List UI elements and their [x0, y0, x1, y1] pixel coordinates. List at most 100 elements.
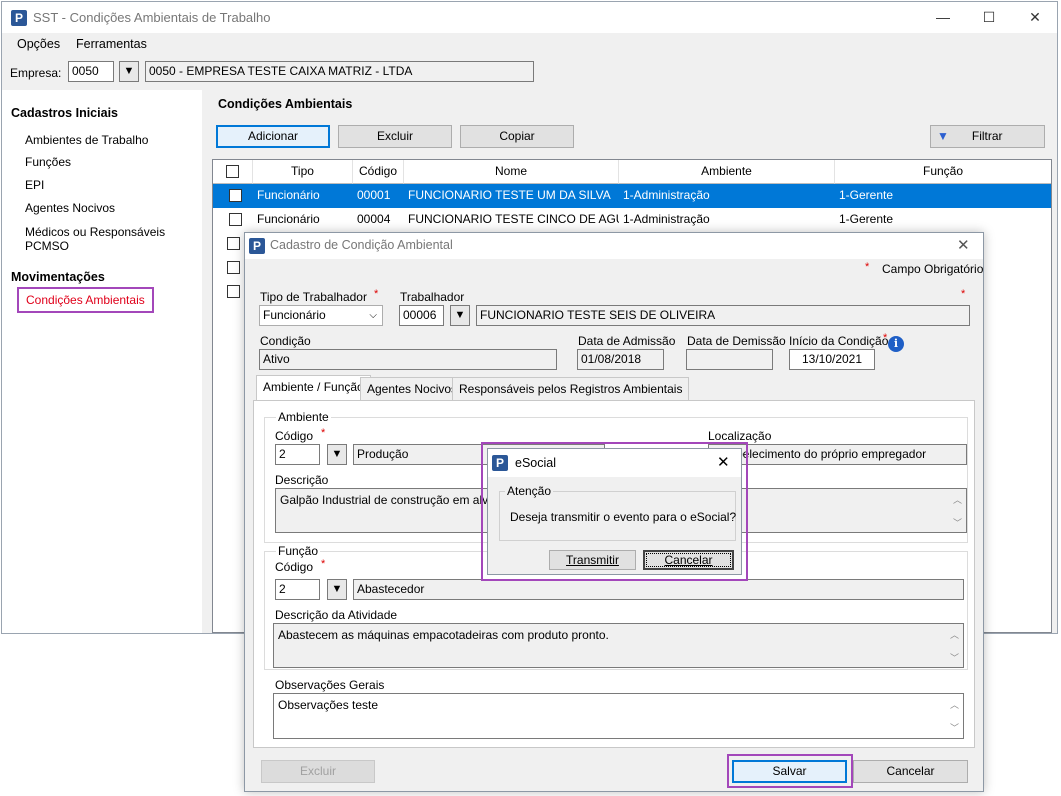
- copy-button[interactable]: Copiar: [460, 125, 574, 148]
- col-nome[interactable]: Nome: [404, 160, 619, 184]
- save-button[interactable]: Salvar: [732, 760, 847, 783]
- section-cadastros-iniciais: Cadastros Iniciais: [11, 106, 118, 120]
- chevron-down-icon: ▼: [454, 309, 466, 321]
- descricao-atividade-text: Abastecem as máquinas empacotadeiras com…: [278, 628, 609, 642]
- required-mark: *: [321, 427, 326, 439]
- descricao-atividade-label: Descrição da Atividade: [275, 608, 398, 622]
- chevron-down-icon[interactable]: ﹀: [946, 651, 963, 664]
- cell-ambiente: 1-Administração: [623, 212, 710, 226]
- ambiente-group-label: Ambiente: [276, 410, 331, 424]
- required-mark: *: [865, 261, 870, 273]
- ambiente-dropdown-button[interactable]: ▼: [327, 444, 347, 465]
- inicio-condicao-label: Início da Condição: [789, 334, 889, 348]
- chevron-down-icon: ▼: [123, 65, 135, 77]
- row-checkbox[interactable]: [227, 261, 240, 274]
- minimize-icon[interactable]: —: [920, 2, 966, 32]
- row-checkbox[interactable]: [228, 213, 242, 226]
- atividade-scrollbar[interactable]: ︿ ﹀: [946, 624, 963, 667]
- funcao-dropdown-button[interactable]: ▼: [327, 579, 347, 600]
- observacoes-text: Observações teste: [278, 698, 379, 712]
- chevron-down-icon: ▼: [331, 583, 343, 595]
- table-row[interactable]: Funcionário 00004 FUNCIONARIO TESTE CINC…: [213, 208, 1051, 232]
- col-ambiente[interactable]: Ambiente: [619, 160, 835, 184]
- ambiente-codigo-field[interactable]: 2: [275, 444, 320, 465]
- funcao-codigo-field[interactable]: 2: [275, 579, 320, 600]
- maximize-icon[interactable]: ☐: [966, 2, 1012, 32]
- data-demissao-label: Data de Demissão: [687, 334, 786, 348]
- row-checkbox[interactable]: [228, 189, 242, 202]
- cell-tipo: Funcionário: [257, 212, 320, 226]
- sidebar-item-condicoes-ambientais[interactable]: Condições Ambientais: [17, 287, 154, 313]
- chevron-up-icon[interactable]: ︿: [949, 493, 966, 506]
- chevron-down-icon[interactable]: ﹀: [946, 721, 963, 734]
- col-tipo[interactable]: Tipo: [253, 160, 353, 184]
- inicio-condicao-field[interactable]: 13/10/2021: [789, 349, 875, 370]
- cancel-button[interactable]: Cancelar: [853, 760, 968, 783]
- filter-icon: ▼: [937, 129, 949, 143]
- trabalhador-code-field[interactable]: 00006: [399, 305, 444, 326]
- chevron-down-icon[interactable]: ﹀: [949, 516, 966, 529]
- info-icon[interactable]: i: [888, 336, 904, 352]
- close-icon[interactable]: ✕: [717, 453, 730, 471]
- cadastro-titlebar: P Cadastro de Condição Ambiental ✕: [245, 233, 983, 259]
- cell-codigo: 00004: [357, 212, 391, 226]
- menu-ferramentas[interactable]: Ferramentas: [76, 37, 147, 51]
- observacoes-label: Observações Gerais: [275, 678, 385, 692]
- grid-header: Tipo Código Nome Ambiente Função: [213, 160, 1051, 184]
- table-row[interactable]: Funcionário 00001 FUNCIONARIO TESTE UM D…: [213, 184, 1051, 208]
- cell-funcao: 1-Gerente: [839, 188, 894, 202]
- close-icon[interactable]: ✕: [1012, 2, 1058, 32]
- tab-agentes-nocivos[interactable]: Agentes Nocivos: [360, 377, 465, 400]
- excluir-button[interactable]: Excluir: [261, 760, 375, 783]
- ambiente-codigo-label: Código: [275, 429, 314, 443]
- tab-ambiente-funcao[interactable]: Ambiente / Função: [256, 375, 371, 401]
- add-button[interactable]: Adicionar: [216, 125, 330, 148]
- col-codigo[interactable]: Código: [353, 160, 404, 184]
- main-titlebar: P SST - Condições Ambientais de Trabalho…: [2, 2, 1057, 33]
- filter-label: Filtrar: [971, 129, 1003, 143]
- close-icon[interactable]: ✕: [957, 236, 970, 254]
- data-admissao-label: Data de Admissão: [578, 334, 676, 348]
- row-checkbox[interactable]: [227, 285, 240, 298]
- required-mark: *: [883, 332, 888, 344]
- sidebar-item-epi[interactable]: EPI: [25, 178, 44, 192]
- condicao-label: Condição: [260, 334, 311, 348]
- filter-button[interactable]: ▼ Filtrar: [930, 125, 1045, 148]
- transmit-button[interactable]: Transmitir: [549, 550, 636, 570]
- observacoes-textarea[interactable]: Observações teste ︿ ﹀: [273, 693, 964, 739]
- required-mark: *: [961, 288, 966, 300]
- tipo-trabalhador-select[interactable]: Funcionário ⌵: [259, 305, 383, 326]
- esocial-cancel-button[interactable]: Cancelar: [643, 550, 734, 570]
- delete-button[interactable]: Excluir: [338, 125, 452, 148]
- menu-opcoes[interactable]: Opções: [17, 37, 60, 51]
- observacoes-scrollbar[interactable]: ︿ ﹀: [946, 694, 963, 738]
- chevron-down-icon: ▼: [331, 448, 343, 460]
- chevron-up-icon[interactable]: ︿: [946, 698, 963, 711]
- sidebar-item-ambientes[interactable]: Ambientes de Trabalho: [25, 133, 148, 147]
- funcao-group-label: Função: [276, 544, 321, 558]
- descricao-scrollbar[interactable]: ︿ ﹀: [949, 489, 966, 532]
- sidebar-item-agentes-nocivos[interactable]: Agentes Nocivos: [25, 201, 115, 215]
- row-checkbox[interactable]: [227, 237, 240, 250]
- trabalhador-label: Trabalhador: [400, 290, 465, 304]
- window-title: SST - Condições Ambientais de Trabalho: [33, 10, 271, 25]
- cell-ambiente: 1-Administração: [623, 188, 710, 202]
- trabalhador-dropdown-button[interactable]: ▼: [450, 305, 470, 326]
- esocial-highlight: P eSocial ✕ Atenção Deseja transmitir o …: [481, 442, 748, 581]
- sidebar-item-medicos[interactable]: Médicos ou Responsáveis PCMSO: [25, 225, 202, 253]
- tab-responsaveis[interactable]: Responsáveis pelos Registros Ambientais: [452, 377, 690, 400]
- ambiente-descricao-label: Descrição: [275, 473, 329, 487]
- cell-codigo: 00001: [357, 188, 391, 202]
- section-movimentacoes: Movimentações: [11, 270, 105, 284]
- empresa-dropdown-button[interactable]: ▼: [119, 61, 139, 82]
- select-all-checkbox[interactable]: [226, 165, 239, 178]
- esocial-message: Deseja transmitir o evento para o eSocia…: [510, 510, 737, 524]
- app-logo-icon: P: [492, 455, 508, 471]
- empresa-code-field[interactable]: 0050: [68, 61, 114, 82]
- cell-tipo: Funcionário: [257, 188, 320, 202]
- sidebar-item-funcoes[interactable]: Funções: [25, 155, 71, 169]
- tipo-trabalhador-label: Tipo de Trabalhador: [260, 290, 367, 304]
- atencao-label: Atenção: [505, 484, 554, 498]
- col-funcao[interactable]: Função: [835, 160, 1051, 184]
- chevron-up-icon[interactable]: ︿: [946, 628, 963, 641]
